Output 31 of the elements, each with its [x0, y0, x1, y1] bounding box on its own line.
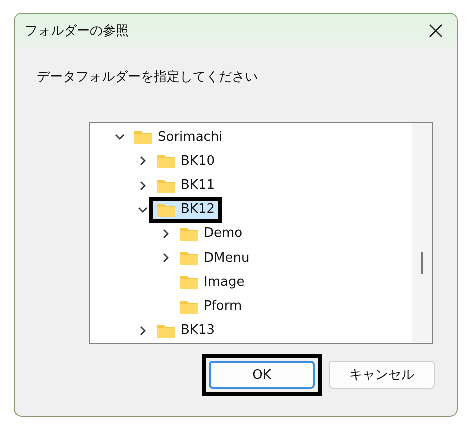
folder-icon	[133, 129, 153, 146]
chevron-right-icon[interactable]	[138, 326, 148, 336]
chevron-right-icon[interactable]	[138, 180, 148, 191]
chevron-right-icon[interactable]	[138, 156, 148, 166]
folder-item[interactable]: BK11	[153, 176, 218, 195]
folder-icon	[179, 250, 199, 266]
close-icon	[429, 24, 443, 38]
folder-item[interactable]: BK12	[153, 200, 218, 219]
folder-icon	[156, 202, 176, 218]
folder-item[interactable]: Demo	[176, 224, 246, 243]
folder-icon	[156, 178, 176, 194]
chevron-down-icon[interactable]	[115, 132, 125, 142]
folder-item[interactable]: Sorimachi	[130, 128, 226, 146]
cancel-button[interactable]: キャンセル	[329, 361, 435, 389]
window-title: フォルダーの参照	[25, 23, 129, 40]
folder-item[interactable]: Pform	[176, 298, 246, 316]
folder-icon	[156, 153, 176, 170]
ok-button[interactable]: OK	[209, 361, 315, 389]
chevron-right-icon[interactable]	[161, 228, 171, 239]
folder-icon	[179, 274, 199, 290]
chevron-down-icon[interactable]	[138, 204, 148, 215]
folder-item[interactable]: BK10	[153, 152, 218, 170]
folder-item[interactable]: DMenu	[176, 249, 253, 268]
instruction-text: データフォルダーを指定してください	[37, 69, 258, 86]
folder-item[interactable]: BK13	[153, 322, 218, 340]
scrollbar[interactable]	[412, 123, 432, 343]
chevron-right-icon[interactable]	[161, 253, 171, 264]
folder-item[interactable]: Image	[176, 273, 248, 292]
folder-icon	[156, 322, 176, 339]
folder-icon	[179, 298, 199, 315]
folder-icon	[179, 226, 199, 242]
